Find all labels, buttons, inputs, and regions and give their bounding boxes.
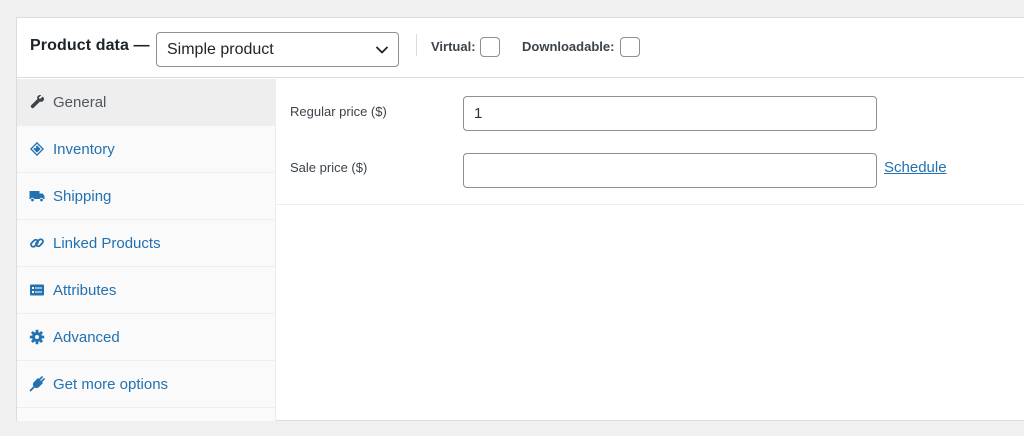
- header-divider: [416, 34, 417, 56]
- product-type-select[interactable]: Simple product: [156, 32, 399, 67]
- product-data-title: Product data —: [30, 37, 150, 54]
- schedule-link[interactable]: Schedule: [884, 159, 947, 176]
- list-card-icon: [30, 284, 44, 296]
- chevron-down-icon: [376, 46, 388, 54]
- plugin-icon: [29, 376, 45, 392]
- sale-price-label: Sale price ($): [290, 160, 368, 175]
- downloadable-label: Downloadable:: [522, 39, 615, 54]
- downloadable-checkbox[interactable]: [620, 37, 640, 57]
- pricing-fields: Regular price ($) Sale price ($) Schedul…: [276, 79, 1024, 205]
- tab-attributes[interactable]: Attributes: [17, 267, 275, 314]
- tab-advanced[interactable]: Advanced: [17, 314, 275, 361]
- general-tab-content: Regular price ($) Sale price ($) Schedul…: [276, 79, 1024, 205]
- product-data-panel: Product data — Simple product Virtual: D…: [16, 17, 1024, 421]
- tab-label-get-more-options: Get more options: [53, 376, 169, 393]
- tab-label-advanced: Advanced: [53, 329, 120, 346]
- link-icon: [30, 238, 44, 248]
- product-data-header: Product data — Simple product Virtual: D…: [17, 18, 1024, 78]
- tab-linked-products[interactable]: Linked Products: [17, 220, 275, 267]
- wrench-icon: [30, 95, 44, 109]
- tab-label-linked-products: Linked Products: [53, 235, 161, 252]
- tag-icon: [30, 142, 44, 156]
- tab-get-more-options[interactable]: Get more options: [17, 361, 275, 408]
- regular-price-label: Regular price ($): [290, 104, 387, 119]
- tab-shipping[interactable]: Shipping: [17, 173, 275, 220]
- sale-price-input[interactable]: [463, 153, 877, 188]
- tab-label-inventory: Inventory: [53, 141, 115, 158]
- truck-icon: [29, 191, 45, 203]
- product-data-tabs: General Inventory Shipping Linked Produc…: [17, 79, 276, 421]
- tab-label-attributes: Attributes: [53, 282, 117, 299]
- product-type-value: Simple product: [167, 41, 274, 58]
- tab-label-shipping: Shipping: [53, 188, 112, 205]
- virtual-checkbox[interactable]: [480, 37, 500, 57]
- virtual-label: Virtual:: [431, 39, 476, 54]
- tab-inventory[interactable]: Inventory: [17, 126, 275, 173]
- tab-label-general: General: [53, 94, 107, 111]
- gear-icon: [29, 329, 45, 345]
- tab-general[interactable]: General: [17, 79, 275, 126]
- regular-price-input[interactable]: [463, 96, 877, 131]
